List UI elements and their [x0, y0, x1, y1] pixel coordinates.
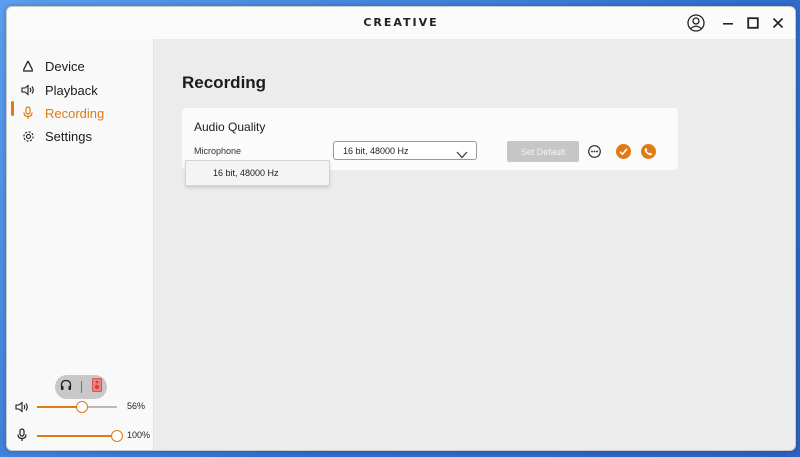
volume-slider-handle[interactable]	[75, 401, 88, 413]
sidebar-item-playback[interactable]: Playback	[13, 79, 147, 101]
sidebar-item-label: Recording	[45, 105, 105, 121]
volume-slider-row: 56%	[15, 399, 151, 415]
page-title: Recording	[182, 73, 267, 92]
toggle-divider	[81, 381, 83, 393]
more-options-button[interactable]	[587, 144, 602, 159]
main-content: Recording Audio Quality Microphone 16 bi…	[154, 39, 795, 450]
mic-level-slider[interactable]	[37, 430, 123, 442]
maximize-button[interactable]	[742, 13, 764, 33]
output-device-toggle[interactable]	[55, 375, 107, 399]
audio-format-select[interactable]: 16 bit, 48000 Hz	[333, 141, 477, 160]
volume-value: 56%	[127, 401, 146, 411]
mic-level-slider-fill	[37, 435, 117, 437]
app-window: CREATIVE Device Playback Recording Setti…	[6, 6, 796, 451]
mic-slider-row: 100%	[15, 428, 151, 444]
sidebar-item-label: Playback	[45, 82, 98, 98]
phone-icon	[641, 144, 656, 159]
audio-format-dropdown-option[interactable]: 16 bit, 48000 Hz	[185, 160, 330, 186]
sidebar-item-label: Device	[45, 58, 85, 74]
microphone-label: Microphone	[194, 146, 242, 156]
account-button[interactable]	[685, 13, 707, 33]
mic-level-value: 100%	[127, 430, 151, 440]
set-default-button[interactable]: Set Default	[507, 141, 579, 162]
microphone-icon	[16, 428, 28, 447]
sidebar-item-device[interactable]: Device	[13, 55, 147, 77]
checkmark-icon	[616, 144, 631, 159]
headphones-icon[interactable]	[60, 378, 72, 396]
sidebar: Device Playback Recording Settings 56% 1…	[7, 39, 154, 450]
minimize-icon	[723, 23, 733, 25]
voice-call-button[interactable]	[641, 144, 656, 159]
close-button[interactable]	[767, 13, 789, 33]
apply-button[interactable]	[616, 144, 631, 159]
title-bar: CREATIVE	[7, 7, 795, 39]
sidebar-item-recording[interactable]: Recording	[13, 102, 147, 124]
audio-format-selected-value: 16 bit, 48000 Hz	[343, 146, 409, 156]
volume-icon	[15, 400, 29, 418]
chevron-down-icon	[456, 146, 468, 164]
volume-slider[interactable]	[37, 401, 117, 413]
dropdown-option-label: 16 bit, 48000 Hz	[213, 168, 279, 178]
speaker-icon	[21, 83, 35, 97]
minimize-button[interactable]	[717, 13, 739, 33]
close-icon	[772, 17, 784, 29]
sidebar-item-settings[interactable]: Settings	[13, 125, 147, 147]
device-icon	[21, 59, 35, 73]
brand-logo: CREATIVE	[363, 16, 439, 29]
maximize-icon	[747, 17, 759, 29]
sidebar-item-label: Settings	[45, 128, 92, 144]
gear-icon	[21, 129, 35, 143]
mic-level-slider-handle[interactable]	[111, 430, 123, 442]
more-options-icon	[588, 145, 601, 158]
speaker-icon[interactable]	[92, 377, 103, 397]
audio-quality-heading: Audio Quality	[194, 120, 266, 134]
microphone-icon	[21, 106, 35, 120]
user-account-icon	[687, 14, 705, 32]
